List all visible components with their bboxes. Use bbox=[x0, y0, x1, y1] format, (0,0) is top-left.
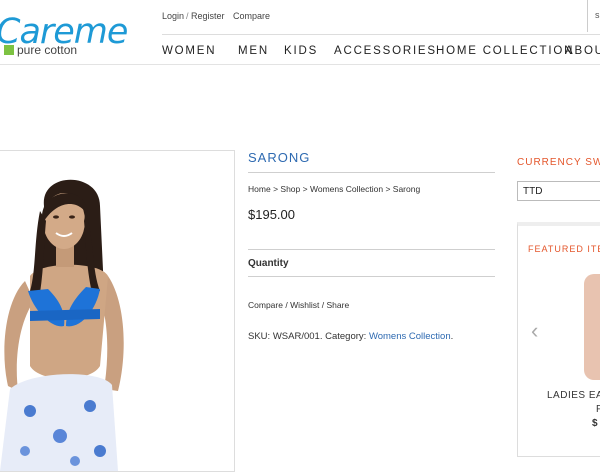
featured-item-image[interactable] bbox=[584, 274, 600, 380]
login-register-separator: / bbox=[186, 11, 189, 21]
currency-switcher-title: CURRENCY SWITC bbox=[517, 157, 600, 168]
wishlist-action[interactable]: Wishlist bbox=[290, 300, 319, 310]
product-meta: SKU: WSAR/001. Category: Womens Collecti… bbox=[248, 331, 453, 342]
breadcrumb-separator: > bbox=[385, 184, 391, 194]
compare-action[interactable]: Compare bbox=[248, 300, 283, 310]
nav-item-men[interactable]: MEN bbox=[238, 44, 269, 58]
header-divider bbox=[587, 0, 588, 32]
header-bottom-rule bbox=[0, 64, 600, 65]
breadcrumb-shop[interactable]: Shop bbox=[280, 184, 300, 194]
quantity-top-divider bbox=[248, 249, 495, 250]
chevron-down-icon[interactable]: ⌄ bbox=[208, 45, 216, 56]
category-link[interactable]: Womens Collection bbox=[369, 331, 451, 342]
chevron-left-icon[interactable]: ‹ bbox=[531, 318, 538, 344]
product-image[interactable] bbox=[0, 150, 235, 472]
nav-top-rule bbox=[162, 34, 600, 35]
nav-item-about[interactable]: ABOUT bbox=[565, 44, 600, 58]
quantity-label: Quantity bbox=[248, 258, 289, 269]
breadcrumb-current: Sarong bbox=[392, 184, 421, 194]
actions-separator: / bbox=[285, 300, 288, 310]
breadcrumb-home[interactable]: Home bbox=[248, 184, 271, 194]
breadcrumb-separator: > bbox=[273, 184, 279, 194]
brand-tagline: pure cotton bbox=[17, 43, 78, 57]
nav-item-accessories[interactable]: ACCESSORIES bbox=[334, 44, 437, 58]
featured-item-name-continued[interactable]: F bbox=[596, 404, 600, 415]
category-period: . bbox=[450, 331, 454, 342]
breadcrumb: Home > Shop > Womens Collection > Sarong bbox=[248, 184, 420, 194]
product-price: $195.00 bbox=[248, 207, 295, 222]
breadcrumb-womens-collection[interactable]: Womens Collection bbox=[310, 184, 383, 194]
login-link[interactable]: Login bbox=[162, 10, 184, 22]
search-input[interactable]: s bbox=[595, 10, 600, 20]
actions-separator: / bbox=[321, 300, 325, 310]
compare-link[interactable]: Compare bbox=[233, 10, 270, 22]
product-title: SARONG bbox=[248, 150, 311, 165]
nav-item-kids[interactable]: KIDS bbox=[284, 44, 318, 58]
category-label: Category: bbox=[325, 331, 367, 342]
breadcrumb-separator: > bbox=[302, 184, 308, 194]
logo-green-square bbox=[4, 45, 14, 55]
sku-value: WSAR/001. bbox=[272, 331, 323, 342]
featured-item-name[interactable]: LADIES EAS bbox=[547, 390, 600, 401]
currency-select[interactable]: TTD bbox=[517, 181, 600, 201]
product-actions: Compare / Wishlist / Share bbox=[248, 300, 349, 310]
model-photo bbox=[0, 179, 124, 471]
featured-items-title: FEATURED ITEM bbox=[528, 244, 600, 254]
featured-item-price: $ bbox=[592, 418, 598, 429]
share-action[interactable]: Share bbox=[327, 300, 350, 310]
quantity-bottom-divider bbox=[248, 276, 495, 277]
sku-label: SKU: bbox=[248, 331, 271, 342]
nav-item-home-collection[interactable]: HOME COLLECTION bbox=[436, 44, 574, 58]
title-divider bbox=[248, 172, 495, 173]
register-link[interactable]: Register bbox=[191, 10, 225, 22]
